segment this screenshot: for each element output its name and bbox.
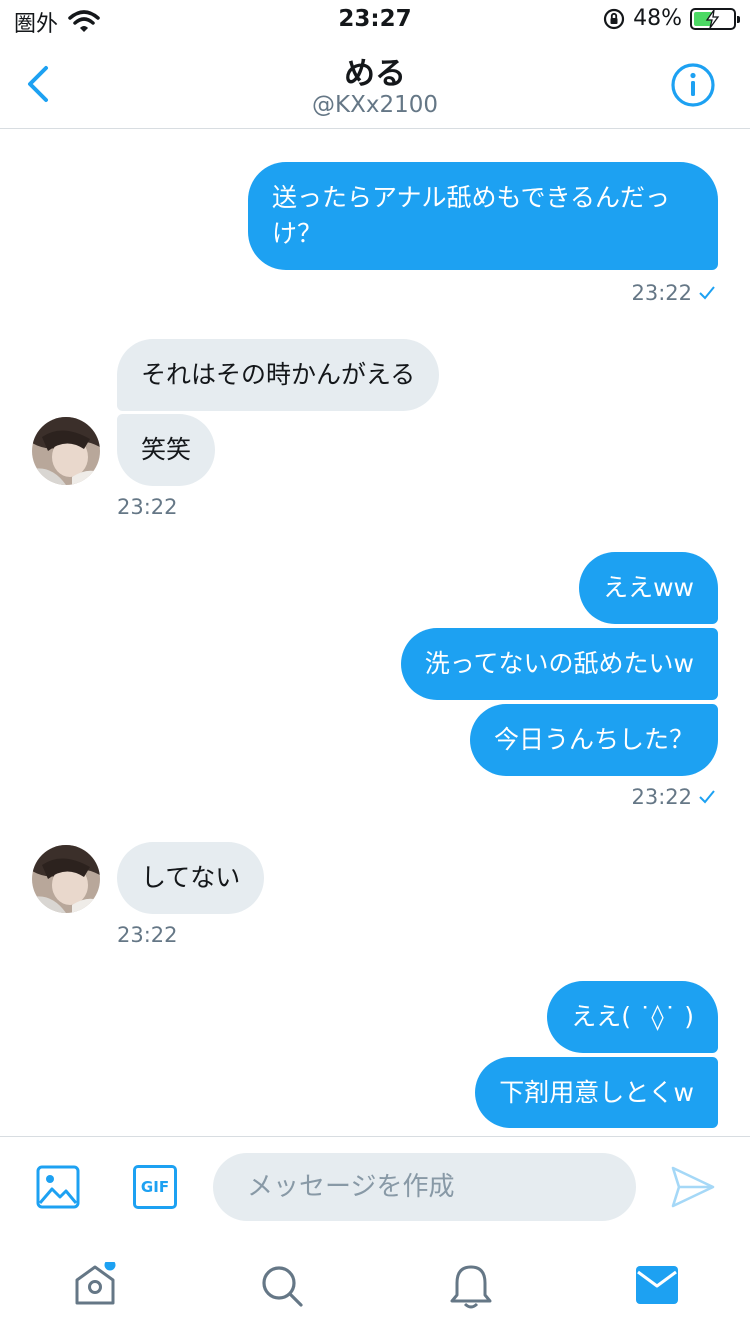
send-icon[interactable]	[670, 1165, 716, 1209]
notifications-bell-icon[interactable]	[449, 1263, 493, 1309]
tab-bar	[0, 1236, 750, 1334]
contact-name: める	[344, 56, 406, 92]
sent-check-icon	[699, 286, 715, 300]
message-timestamp: 23:22	[117, 495, 178, 519]
messages-mail-icon[interactable]	[636, 1266, 678, 1304]
search-icon[interactable]	[260, 1264, 304, 1308]
battery-cap	[737, 15, 740, 23]
sent-message[interactable]: ええww	[579, 552, 718, 624]
image-icon[interactable]	[36, 1165, 80, 1209]
message-timestamp: 23:22	[631, 785, 716, 809]
avatar-image	[32, 417, 100, 485]
status-bar: 圏外 23:27 48%	[0, 0, 750, 40]
timestamp-text: 23:22	[631, 785, 692, 809]
message-timestamp: 23:22	[631, 281, 716, 305]
notification-dot	[104, 1262, 116, 1271]
sent-message[interactable]: 送ったらアナル舐めもできるんだっけ？	[248, 162, 718, 270]
sent-message[interactable]: 下剤用意しとくw	[475, 1057, 718, 1128]
gif-button[interactable]: GIF	[133, 1165, 177, 1209]
sent-message[interactable]: 今日うんちした？	[469, 704, 718, 776]
sent-message[interactable]: ええ( ˙◊˙ )	[547, 981, 718, 1053]
status-right: 48%	[603, 6, 740, 31]
message-composer: GIF	[0, 1136, 750, 1236]
orientation-lock-icon	[603, 8, 625, 29]
contact-handle: @KXx2100	[312, 92, 438, 118]
received-message[interactable]: してない	[117, 842, 265, 914]
info-icon[interactable]	[670, 62, 716, 108]
sent-message[interactable]: 洗ってないの舐めたいw	[400, 628, 718, 700]
tab-home[interactable]	[72, 1262, 118, 1308]
received-message[interactable]: 笑笑	[117, 414, 216, 486]
message-input[interactable]	[213, 1153, 636, 1221]
received-message[interactable]: それはその時かんがえる	[117, 339, 440, 411]
timestamp-text: 23:22	[631, 281, 692, 305]
battery-percent: 48%	[633, 6, 682, 31]
message-timestamp: 23:22	[117, 923, 178, 947]
charging-bolt-icon	[705, 9, 720, 28]
avatar-image	[32, 845, 100, 913]
sent-check-icon	[699, 790, 715, 804]
avatar[interactable]	[32, 417, 100, 485]
avatar[interactable]	[32, 845, 100, 913]
battery-icon	[690, 7, 740, 30]
conversation-header: める @KXx2100	[0, 40, 750, 129]
